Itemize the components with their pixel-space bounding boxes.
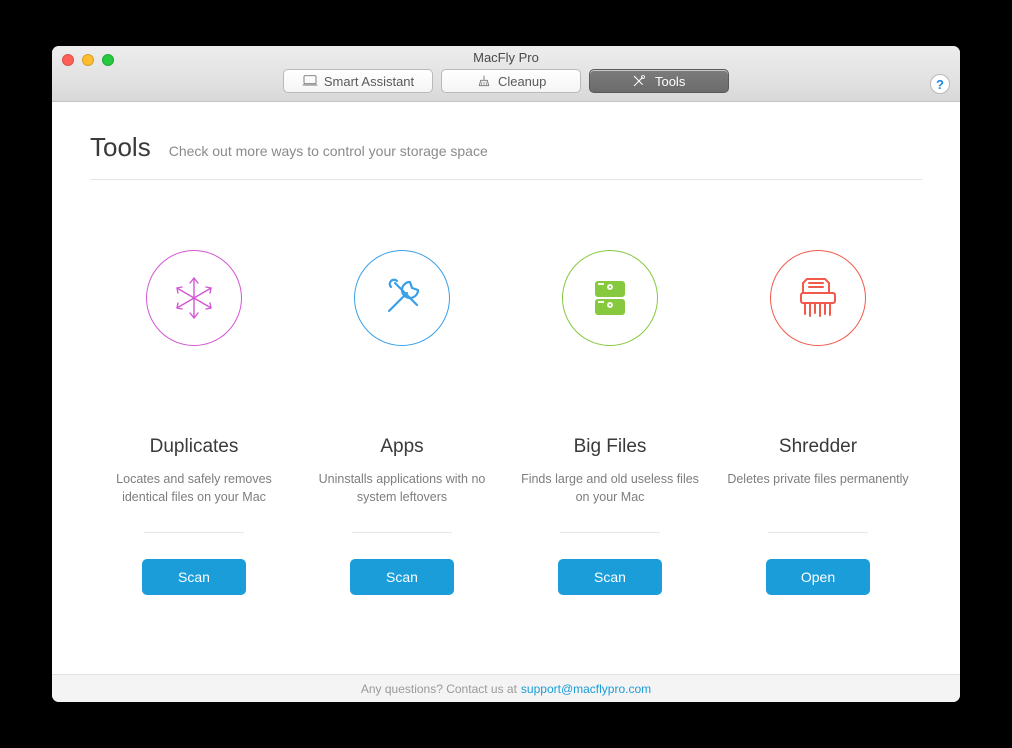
page-subtitle: Check out more ways to control your stor… [169, 143, 488, 159]
shredder-icon-circle [770, 250, 866, 346]
tab-label: Tools [655, 74, 685, 89]
footer-text: Any questions? Contact us at [361, 682, 517, 696]
laptop-icon [302, 74, 318, 88]
snowflake-icon [169, 273, 219, 323]
main-tabs: Smart Assistant Cleanup Tools [283, 69, 729, 93]
tool-card-bigfiles: Big Files Finds large and old useless fil… [506, 250, 714, 674]
window-controls [62, 54, 114, 66]
bigfiles-icon-circle [562, 250, 658, 346]
divider [352, 532, 452, 533]
app-window: MacFly Pro Smart Assistant Cleanup [52, 46, 960, 702]
tool-card-duplicates: Duplicates Locates and safely removes ide… [90, 250, 298, 674]
page-header: Tools Check out more ways to control you… [90, 132, 922, 180]
tab-smart-assistant[interactable]: Smart Assistant [283, 69, 433, 93]
divider [144, 532, 244, 533]
card-title: Big Files [574, 436, 647, 458]
minimize-window-button[interactable] [82, 54, 94, 66]
help-button[interactable]: ? [930, 74, 950, 94]
shredder-icon [793, 273, 843, 323]
tab-cleanup[interactable]: Cleanup [441, 69, 581, 93]
wrench-icon [377, 273, 427, 323]
footer: Any questions? Contact us at support@mac… [52, 674, 960, 702]
bigfiles-scan-button[interactable]: Scan [558, 559, 662, 595]
duplicates-icon-circle [146, 250, 242, 346]
shredder-open-button[interactable]: Open [766, 559, 870, 595]
divider [560, 532, 660, 533]
card-title: Shredder [779, 436, 857, 458]
duplicates-scan-button[interactable]: Scan [142, 559, 246, 595]
page-title: Tools [90, 132, 151, 163]
tab-tools[interactable]: Tools [589, 69, 729, 93]
broom-icon [476, 74, 492, 88]
tools-grid: Duplicates Locates and safely removes ide… [90, 180, 922, 674]
support-link[interactable]: support@macflypro.com [521, 682, 651, 696]
drawer-icon [585, 273, 635, 323]
tab-label: Smart Assistant [324, 74, 414, 89]
zoom-window-button[interactable] [102, 54, 114, 66]
tools-icon [633, 74, 649, 88]
card-title: Duplicates [150, 436, 239, 458]
card-description: Deletes private files permanently [727, 470, 908, 510]
card-description: Uninstalls applications with no system l… [308, 470, 496, 510]
card-description: Finds large and old useless files on you… [516, 470, 704, 510]
close-window-button[interactable] [62, 54, 74, 66]
tab-label: Cleanup [498, 74, 546, 89]
apps-scan-button[interactable]: Scan [350, 559, 454, 595]
tool-card-shredder: Shredder Deletes private files permanentl… [714, 250, 922, 674]
content-area: Tools Check out more ways to control you… [52, 102, 960, 674]
titlebar: MacFly Pro Smart Assistant Cleanup [52, 46, 960, 102]
apps-icon-circle [354, 250, 450, 346]
card-title: Apps [380, 436, 423, 458]
card-description: Locates and safely removes identical fil… [100, 470, 288, 510]
window-title: MacFly Pro [473, 50, 539, 65]
tool-card-apps: Apps Uninstalls applications with no syst… [298, 250, 506, 674]
divider [768, 532, 868, 533]
